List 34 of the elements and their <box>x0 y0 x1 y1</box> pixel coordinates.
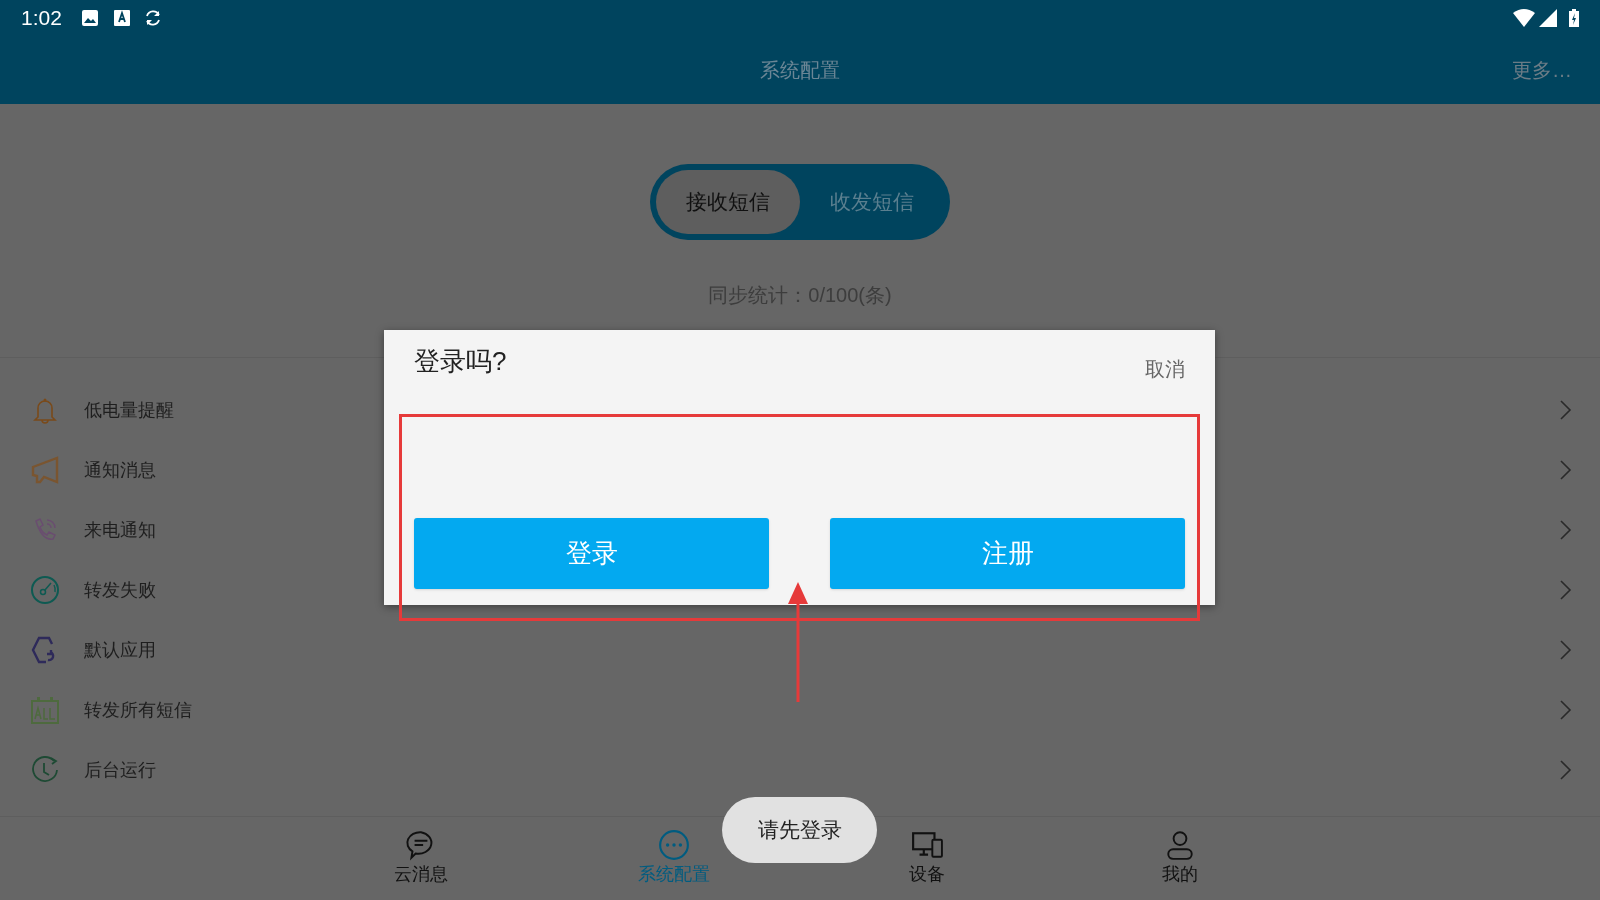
nav-tab[interactable]: 设备 <box>878 817 975 900</box>
setting-label[interactable]: 转发失败 <box>84 576 156 604</box>
setting-label[interactable]: 后台运行 <box>84 756 156 784</box>
chevron-right-icon <box>1560 760 1572 780</box>
login-toast: 请先登录 <box>722 797 877 863</box>
dialog-title: 登录吗? <box>414 345 507 378</box>
chevron-right-icon <box>1560 640 1572 660</box>
more-dots-icon <box>657 829 690 861</box>
login-button[interactable]: 登录 <box>414 518 769 589</box>
tab[interactable]: 收发短信 <box>800 170 944 234</box>
chevron-right-icon <box>1560 520 1572 540</box>
chevron-right-icon <box>1560 580 1572 600</box>
chevron-right-icon <box>1560 460 1572 480</box>
more-menu[interactable]: 更多… <box>1512 55 1572 85</box>
signal-icon <box>1539 9 1557 27</box>
battery-icon <box>1569 9 1579 27</box>
header-title: 系统配置 <box>760 58 840 83</box>
status-time: 1:02 <box>21 5 62 32</box>
image-icon <box>80 9 99 27</box>
devices-icon <box>910 829 943 861</box>
tab[interactable]: 接收短信 <box>656 170 800 234</box>
nav-tab[interactable]: 我的 <box>1131 817 1228 900</box>
setting-label[interactable]: 低电量提醒 <box>84 396 174 424</box>
cancel-button[interactable]: 取消 <box>1145 354 1185 384</box>
setting-label[interactable]: 转发所有短信 <box>84 696 192 724</box>
keyboard-icon <box>113 9 130 27</box>
register-button[interactable]: 注册 <box>830 518 1185 589</box>
setting-label[interactable]: 来电通知 <box>84 516 156 544</box>
setting-label[interactable]: 默认应用 <box>84 636 156 664</box>
chevron-right-icon <box>1560 400 1572 420</box>
chevron-right-icon <box>1560 700 1572 720</box>
nav-tab[interactable]: 云消息 <box>372 817 469 900</box>
setting-label[interactable]: 通知消息 <box>84 456 156 484</box>
wifi-icon <box>1513 9 1535 27</box>
